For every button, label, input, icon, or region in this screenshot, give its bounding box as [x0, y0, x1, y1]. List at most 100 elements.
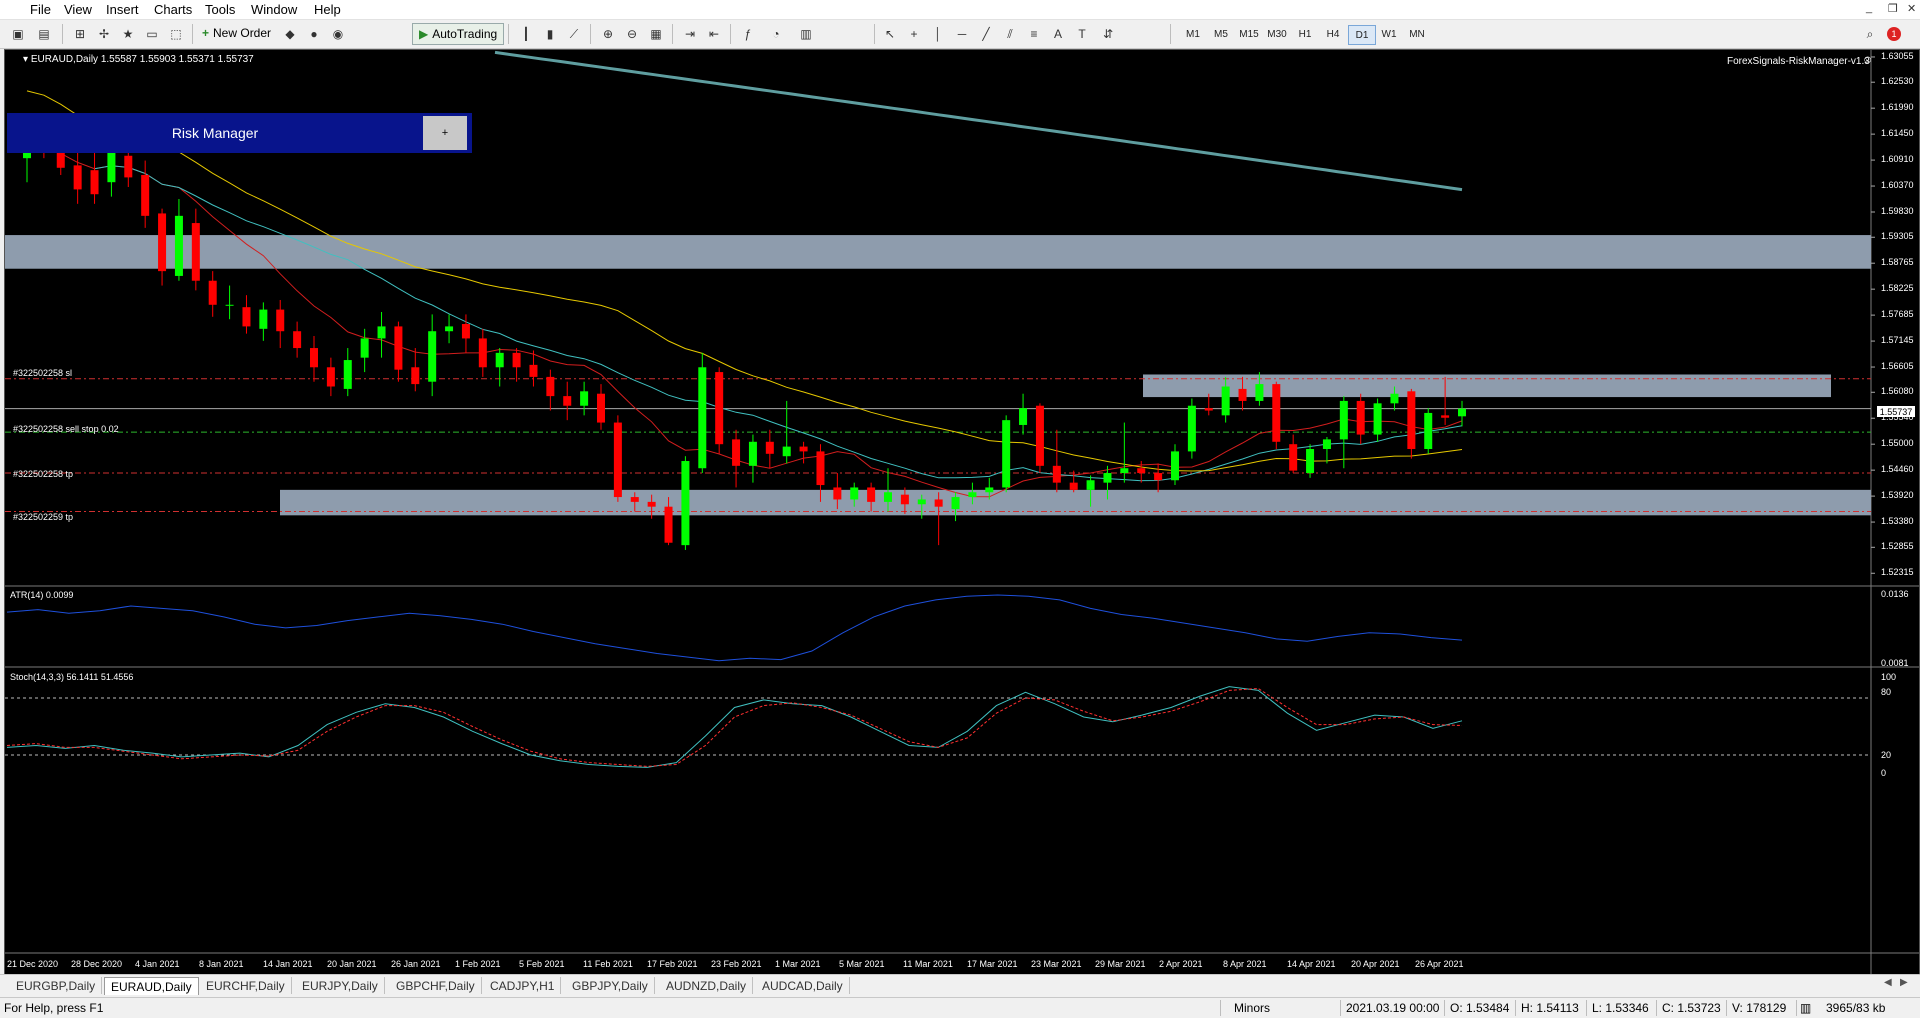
- terminal-icon[interactable]: ▭: [142, 24, 162, 44]
- resistance-zone-upper: [5, 235, 1871, 269]
- tab-eurchf[interactable]: EURCHF,Daily: [200, 977, 292, 994]
- date-axis-label: 20 Apr 2021: [1351, 959, 1400, 969]
- chart-tabs: EURGBP,Daily EURAUD,Daily EURCHF,Daily E…: [0, 974, 1920, 997]
- order-label-sl[interactable]: #322502258 sl: [13, 368, 72, 378]
- strategy-tester-icon[interactable]: ⬚: [166, 24, 186, 44]
- bullish-candle: [782, 446, 791, 457]
- price-axis-label: 1.60370: [1881, 180, 1914, 191]
- stoch-axis-100: 100: [1881, 672, 1897, 682]
- menu-help[interactable]: Help: [314, 2, 341, 17]
- menu-view[interactable]: View: [64, 2, 92, 17]
- timeframe-mn[interactable]: MN: [1404, 25, 1430, 43]
- tab-cadjpy[interactable]: CADJPY,H1: [484, 977, 562, 994]
- menu-tools[interactable]: Tools: [205, 2, 235, 17]
- menu-file[interactable]: File: [30, 2, 51, 17]
- crosshair-icon[interactable]: +: [904, 24, 924, 44]
- market-icon[interactable]: ◉: [328, 24, 348, 44]
- text-icon[interactable]: A: [1048, 24, 1068, 44]
- bearish-candle: [208, 280, 217, 305]
- bearish-candle: [563, 396, 572, 406]
- new-chart-icon[interactable]: ▣: [8, 24, 28, 44]
- tab-scroll-right-icon[interactable]: ▶: [1900, 977, 1908, 988]
- tab-scroll-left-icon[interactable]: ◀: [1884, 977, 1892, 988]
- trendline-icon[interactable]: ╱: [976, 24, 996, 44]
- tab-eurgbp[interactable]: EURGBP,Daily: [10, 977, 103, 994]
- bar-chart-icon[interactable]: ┃: [516, 24, 536, 44]
- connection-status-icon: ▥: [1800, 1001, 1812, 1015]
- signals-icon[interactable]: ●: [304, 24, 324, 44]
- zoom-in-icon[interactable]: ⊕: [598, 24, 618, 44]
- risk-manager-panel: Risk Manager +: [7, 113, 472, 153]
- menu-window[interactable]: Window: [251, 2, 297, 17]
- bullish-candle: [343, 360, 352, 389]
- navigator-icon[interactable]: ★: [118, 24, 138, 44]
- timeframe-h1[interactable]: H1: [1292, 25, 1318, 43]
- order-label-sell-stop[interactable]: #322502258 sell stop 0.02: [13, 424, 119, 434]
- price-axis-label: 1.61450: [1881, 128, 1914, 139]
- minimize-icon[interactable]: _: [1866, 2, 1872, 14]
- cursor-icon[interactable]: ↖: [880, 24, 900, 44]
- bullish-candle: [884, 492, 892, 502]
- tab-gbpchf[interactable]: GBPCHF,Daily: [390, 977, 482, 994]
- risk-manager-title[interactable]: Risk Manager: [7, 113, 423, 153]
- menu-insert[interactable]: Insert: [106, 2, 139, 17]
- tab-euraud[interactable]: EURAUD,Daily: [104, 977, 199, 995]
- zoom-out-icon[interactable]: ⊖: [622, 24, 642, 44]
- timeframe-d1[interactable]: D1: [1348, 25, 1376, 45]
- stoch-label: Stoch(14,3,3) 56.1411 51.4556: [10, 672, 134, 682]
- timeframe-m30[interactable]: M30: [1264, 25, 1290, 43]
- restore-icon[interactable]: ❐: [1888, 2, 1898, 15]
- notifications-icon[interactable]: 1: [1884, 24, 1904, 44]
- date-axis-label: 29 Mar 2021: [1095, 959, 1146, 969]
- timeframe-h4[interactable]: H4: [1320, 25, 1346, 43]
- arrows-icon[interactable]: ⇵: [1098, 24, 1118, 44]
- order-label-tp-2[interactable]: #322502259 tp: [13, 512, 73, 522]
- profiles-icon[interactable]: ▤: [34, 24, 54, 44]
- indicators-icon[interactable]: ƒ: [738, 24, 758, 44]
- close-icon[interactable]: ✕: [1907, 2, 1916, 15]
- bullish-candle: [1187, 405, 1196, 452]
- vertical-line-icon[interactable]: │: [928, 24, 948, 44]
- chart-window[interactable]: ▾ EURAUD,Daily 1.55587 1.55903 1.55371 1…: [4, 49, 1920, 975]
- autotrading-button[interactable]: ▶ AutoTrading: [412, 23, 505, 45]
- bullish-candle: [1458, 408, 1466, 417]
- metaeditor-icon[interactable]: ◆: [280, 24, 300, 44]
- text-label-icon[interactable]: T: [1072, 24, 1092, 44]
- date-axis-label: 5 Mar 2021: [839, 959, 885, 969]
- candlestick-icon[interactable]: ▮: [540, 24, 560, 44]
- timeframe-w1[interactable]: W1: [1376, 25, 1402, 43]
- order-label-tp-1[interactable]: #322502258 tp: [13, 469, 73, 479]
- menu-charts[interactable]: Charts: [154, 2, 192, 17]
- auto-scroll-icon[interactable]: ⇥: [680, 24, 700, 44]
- risk-manager-plus-button[interactable]: +: [423, 116, 467, 150]
- date-axis-label: 17 Feb 2021: [647, 959, 698, 969]
- templates-icon[interactable]: ▥: [796, 24, 816, 44]
- tab-gbpjpy[interactable]: GBPJPY,Daily: [566, 977, 655, 994]
- chart-canvas: [5, 50, 1919, 974]
- bearish-candle: [1204, 408, 1213, 411]
- periods-icon[interactable]: ◔: [766, 24, 786, 44]
- bearish-candle: [1272, 384, 1281, 442]
- tab-eurjpy[interactable]: EURJPY,Daily: [296, 977, 385, 994]
- equidistant-channel-icon[interactable]: ⫽: [1000, 24, 1020, 44]
- search-icon[interactable]: ⌕: [1860, 24, 1880, 44]
- timeframe-m5[interactable]: M5: [1208, 25, 1234, 43]
- timeframe-m1[interactable]: M1: [1180, 25, 1206, 43]
- bullish-candle: [445, 326, 454, 332]
- fibonacci-icon[interactable]: ≡: [1024, 24, 1044, 44]
- price-axis-label: 1.52855: [1881, 541, 1914, 552]
- bearish-candle: [90, 170, 99, 195]
- market-watch-icon[interactable]: ⊞: [70, 24, 90, 44]
- tab-audcad[interactable]: AUDCAD,Daily: [756, 977, 850, 994]
- price-axis-label: 1.58225: [1881, 283, 1914, 294]
- bullish-candle: [225, 304, 234, 306]
- new-order-button[interactable]: + New Order: [198, 23, 275, 43]
- tab-audnzd[interactable]: AUDNZD,Daily: [660, 977, 754, 994]
- line-chart-icon[interactable]: ⟋: [564, 24, 584, 44]
- ma-200-line: [494, 50, 1463, 192]
- data-window-icon[interactable]: ✢: [94, 24, 114, 44]
- chart-shift-icon[interactable]: ⇤: [704, 24, 724, 44]
- timeframe-m15[interactable]: M15: [1236, 25, 1262, 43]
- horizontal-line-icon[interactable]: ─: [952, 24, 972, 44]
- tile-windows-icon[interactable]: ▦: [646, 24, 666, 44]
